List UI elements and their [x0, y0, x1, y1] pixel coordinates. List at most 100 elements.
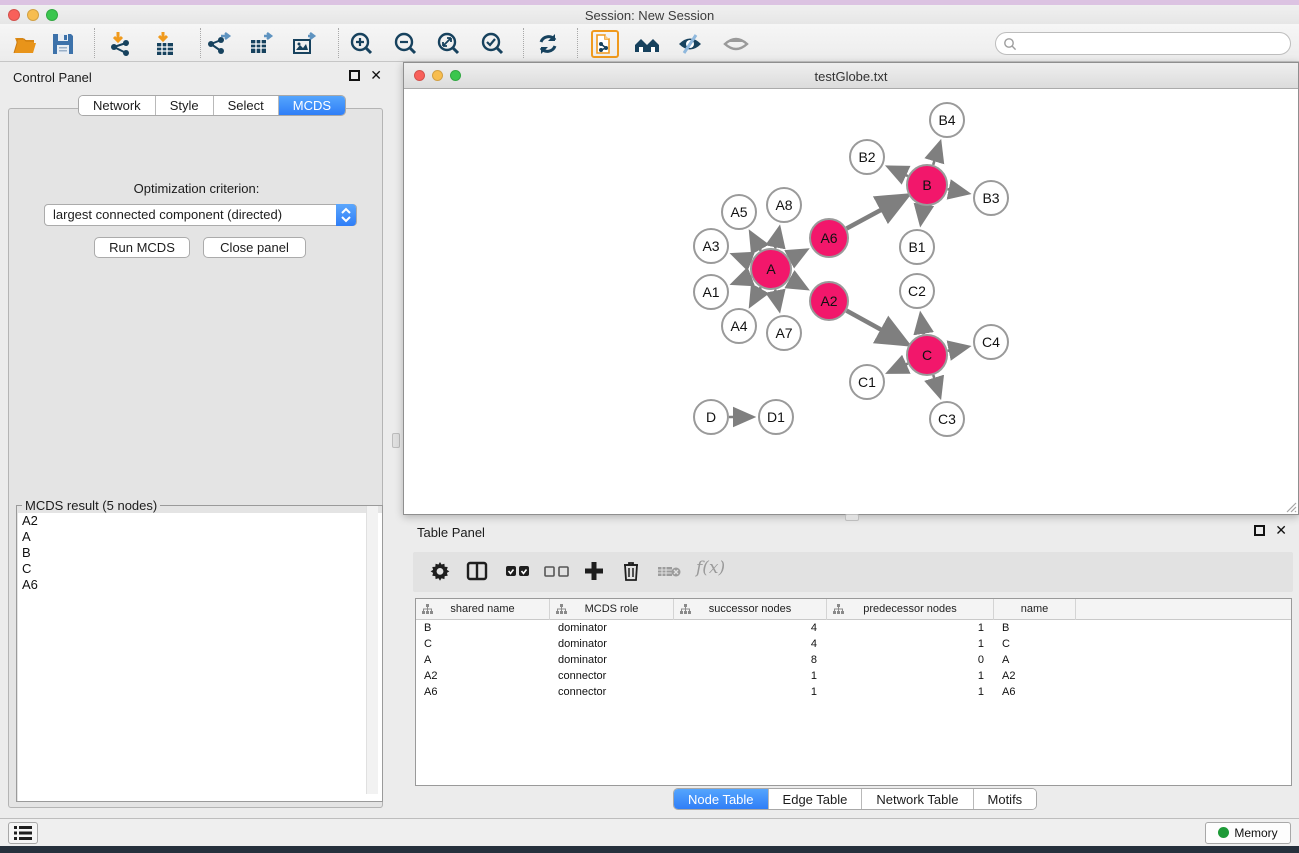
- import-network-icon[interactable]: [106, 30, 134, 58]
- node-C3[interactable]: C3: [930, 402, 964, 436]
- tab-network-table[interactable]: Network Table: [862, 789, 973, 809]
- task-history-list-icon[interactable]: [8, 822, 38, 844]
- edge-A-A6[interactable]: [790, 251, 806, 259]
- result-item[interactable]: B: [18, 545, 382, 561]
- zoom-selected-icon[interactable]: [478, 30, 506, 58]
- node-A[interactable]: A: [751, 249, 791, 289]
- tab-network[interactable]: Network: [79, 96, 156, 115]
- edge-B-B4[interactable]: [933, 144, 939, 165]
- edge-C-C2[interactable]: [921, 316, 924, 335]
- export-image-icon[interactable]: [290, 30, 318, 58]
- table-options-gear-icon[interactable]: [428, 559, 454, 585]
- node-A4[interactable]: A4: [722, 309, 756, 343]
- window-resize-grip[interactable]: [1283, 499, 1297, 513]
- delete-table-icon[interactable]: [656, 559, 682, 585]
- table-row[interactable]: Cdominator41C: [416, 636, 1291, 652]
- tab-node-table[interactable]: Node Table: [674, 789, 769, 809]
- close-table-panel-icon[interactable]: ✕: [1275, 525, 1287, 536]
- node-A7[interactable]: A7: [767, 316, 801, 350]
- zoom-fit-icon[interactable]: [434, 30, 462, 58]
- optimization-criterion-select[interactable]: largest connected component (directed): [44, 204, 357, 226]
- node-B4[interactable]: B4: [930, 103, 964, 137]
- tab-style[interactable]: Style: [156, 96, 214, 115]
- node-C2[interactable]: C2: [900, 274, 934, 308]
- show-details-eye-icon[interactable]: [722, 30, 750, 58]
- node-C1[interactable]: C1: [850, 365, 884, 399]
- node-A6[interactable]: A6: [810, 219, 848, 257]
- search-input[interactable]: [995, 32, 1291, 55]
- node-table[interactable]: shared nameMCDS rolesuccessor nodesprede…: [415, 598, 1292, 786]
- show-column-icon[interactable]: [465, 559, 491, 585]
- result-scrollbar[interactable]: [366, 506, 378, 794]
- column-header-name[interactable]: name: [994, 599, 1076, 620]
- node-B1[interactable]: B1: [900, 230, 934, 264]
- node-B2[interactable]: B2: [850, 140, 884, 174]
- float-panel-icon[interactable]: [349, 70, 360, 81]
- result-item[interactable]: C: [18, 561, 382, 577]
- column-header-successor-nodes[interactable]: successor nodes: [674, 599, 827, 620]
- edge-B-B1[interactable]: [921, 206, 924, 223]
- refresh-icon[interactable]: [534, 30, 562, 58]
- mcds-result-list[interactable]: A2ABCA6: [18, 513, 382, 801]
- float-table-panel-icon[interactable]: [1254, 525, 1265, 536]
- tab-select[interactable]: Select: [214, 96, 279, 115]
- import-table-icon[interactable]: [151, 30, 179, 58]
- edge-B-B3[interactable]: [948, 189, 967, 193]
- edge-C-C4[interactable]: [948, 347, 967, 351]
- network-window-titlebar[interactable]: testGlobe.txt: [404, 63, 1298, 89]
- edge-A-A7[interactable]: [775, 290, 779, 309]
- edge-A-A3[interactable]: [734, 255, 751, 262]
- edge-B-B2[interactable]: [890, 168, 908, 177]
- tab-mcds[interactable]: MCDS: [279, 96, 345, 115]
- memory-button[interactable]: Memory: [1205, 822, 1291, 844]
- tab-edge-table[interactable]: Edge Table: [769, 789, 863, 809]
- edge-A2-C[interactable]: [847, 311, 905, 343]
- table-row[interactable]: A6connector11A6: [416, 684, 1291, 700]
- node-A3[interactable]: A3: [694, 229, 728, 263]
- home-layout-icon[interactable]: [633, 30, 661, 58]
- add-column-plus-icon[interactable]: [582, 559, 608, 585]
- zoom-out-icon[interactable]: [391, 30, 419, 58]
- function-builder-button[interactable]: f(x): [696, 558, 725, 578]
- edge-A-A2[interactable]: [789, 279, 805, 288]
- column-header-MCDS-role[interactable]: MCDS role: [550, 599, 674, 620]
- table-row[interactable]: Adominator80A: [416, 652, 1291, 668]
- export-table-icon[interactable]: [247, 30, 275, 58]
- run-mcds-button[interactable]: Run MCDS: [94, 237, 190, 258]
- node-D1[interactable]: D1: [759, 400, 793, 434]
- new-network-from-selection-icon[interactable]: [591, 30, 619, 58]
- node-A5[interactable]: A5: [722, 195, 756, 229]
- network-graph[interactable]: B4B2BB3A8A5A6B1A3AC2A1A2A4A7C4CC1DD1C3: [404, 89, 1298, 514]
- deselect-all-checks-icon[interactable]: [543, 559, 569, 585]
- node-C[interactable]: C: [907, 335, 947, 375]
- open-file-icon[interactable]: [12, 30, 40, 58]
- select-all-checks-icon[interactable]: [504, 559, 530, 585]
- node-A8[interactable]: A8: [767, 188, 801, 222]
- tab-motifs[interactable]: Motifs: [974, 789, 1037, 809]
- hide-panel-eye-slash-icon[interactable]: [676, 30, 704, 58]
- result-item[interactable]: A: [18, 529, 382, 545]
- table-row[interactable]: A2connector11A2: [416, 668, 1291, 684]
- vertical-split-divider[interactable]: [390, 62, 403, 818]
- node-B3[interactable]: B3: [974, 181, 1008, 215]
- result-item[interactable]: A6: [18, 577, 382, 593]
- network-canvas[interactable]: B4B2BB3A8A5A6B1A3AC2A1A2A4A7C4CC1DD1C3: [404, 89, 1298, 514]
- export-network-icon[interactable]: [205, 30, 233, 58]
- edge-A-A5[interactable]: [751, 234, 760, 251]
- node-D[interactable]: D: [694, 400, 728, 434]
- edge-A6-B[interactable]: [847, 197, 905, 228]
- table-row[interactable]: Bdominator41B: [416, 620, 1291, 636]
- edge-A-A4[interactable]: [751, 287, 760, 304]
- column-header-predecessor-nodes[interactable]: predecessor nodes: [827, 599, 994, 620]
- node-A1[interactable]: A1: [694, 275, 728, 309]
- column-header-shared-name[interactable]: shared name: [416, 599, 550, 620]
- edge-A-A1[interactable]: [734, 277, 751, 284]
- node-C4[interactable]: C4: [974, 325, 1008, 359]
- result-item[interactable]: A2: [18, 513, 382, 529]
- close-panel-icon[interactable]: ✕: [370, 70, 382, 81]
- save-session-icon[interactable]: [49, 30, 77, 58]
- close-panel-button[interactable]: Close panel: [203, 237, 306, 258]
- edge-A-A8[interactable]: [775, 229, 779, 248]
- node-B[interactable]: B: [907, 165, 947, 205]
- edge-C-C1[interactable]: [890, 364, 908, 372]
